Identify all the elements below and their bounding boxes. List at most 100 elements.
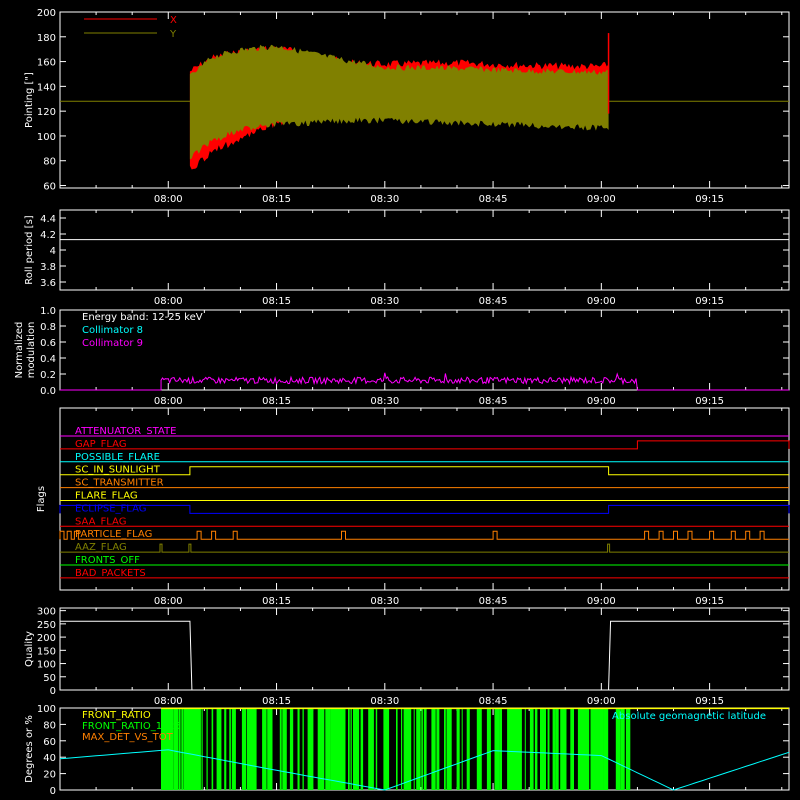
x-tick-label: 09:00	[587, 396, 616, 407]
front-ratio-1225-bar	[509, 708, 513, 790]
front-ratio-1225-bar	[512, 708, 515, 790]
front-ratio-1225-bar	[534, 708, 538, 790]
front-ratio-1225-bar	[211, 708, 214, 790]
front-ratio-1225-bar	[337, 708, 341, 790]
front-ratio-1225-bar	[241, 708, 247, 790]
x-tick-label: 09:00	[587, 696, 616, 707]
front-ratio-1225-bar	[181, 708, 184, 790]
legend-label: MAX_DET_VS_TOT	[82, 732, 174, 743]
front-ratio-1225-bar	[494, 708, 500, 790]
front-ratio-1225-bar	[396, 708, 398, 790]
x-tick-label: 09:15	[695, 194, 724, 205]
legend-label: X	[170, 15, 177, 26]
x-tick-label: 08:30	[370, 296, 399, 307]
front-ratio-1225-bar	[547, 708, 550, 790]
front-ratio-1225-bar	[348, 708, 350, 790]
front-ratio-1225-bar	[446, 708, 452, 790]
front-ratio-1225-bar	[408, 708, 412, 790]
front-ratio-1225-bar	[413, 708, 415, 790]
y-tick-label: 0	[50, 786, 56, 797]
front-ratio-1225-bar	[466, 708, 470, 790]
series-y-area	[189, 44, 609, 160]
y-tick-label: 0.6	[40, 338, 56, 349]
y-tick-label: 200	[37, 8, 56, 19]
flag-label: PARTICLE_FLAG	[75, 529, 152, 540]
x-tick-label: 08:30	[370, 596, 399, 607]
x-tick-label: 08:45	[479, 194, 508, 205]
x-tick-label: 09:00	[587, 296, 616, 307]
plot-frame	[59, 209, 790, 291]
flag-label: ATTENUATOR_STATE	[75, 426, 176, 437]
y-tick-label: 80	[43, 720, 56, 731]
y-tick-label: 20	[43, 770, 56, 781]
y-tick-label: 3.6	[40, 278, 56, 289]
x-tick-label: 08:30	[370, 194, 399, 205]
front-ratio-1225-bar	[590, 708, 597, 790]
y-tick-label: 4	[50, 246, 56, 257]
y-tick-label: 60	[43, 182, 56, 193]
front-ratio-1225-bar	[600, 708, 604, 790]
flag-eclipse-flag-line	[59, 504, 790, 514]
x-tick-label: 08:00	[154, 296, 183, 307]
collimator-9-line	[60, 372, 789, 391]
front-ratio-1225-bar	[289, 708, 294, 790]
flag-gap-flag-line	[60, 440, 790, 450]
quality-line	[60, 620, 789, 691]
flag-aaz-flag-line	[60, 543, 789, 553]
front-ratio-1225-bar	[499, 708, 502, 790]
front-ratio-1225-bar	[431, 708, 436, 790]
front-ratio-1225-bar	[529, 708, 534, 790]
front-ratio-1225-bar	[461, 708, 463, 790]
flag-label: SC_TRANSMITTER	[75, 478, 164, 489]
front-ratio-1225-bar	[322, 708, 325, 790]
front-ratio-1225-bar	[201, 708, 203, 790]
front-ratio-1225-bar	[555, 708, 559, 790]
front-ratio-1225-bar	[368, 708, 374, 790]
front-ratio-1225-bar	[282, 708, 287, 790]
front-ratio-1225-bar	[603, 708, 609, 790]
y-axis-label: Pointing ["]	[24, 72, 35, 128]
front-ratio-1225-bar	[476, 708, 482, 790]
front-ratio-1225-bar	[456, 708, 460, 790]
x-tick-label: 08:45	[479, 696, 508, 707]
front-ratio-1225-bar	[350, 708, 352, 790]
y-tick-label: 0.8	[40, 322, 56, 333]
y-tick-label: 150	[37, 646, 56, 657]
y-tick-label: 100	[37, 704, 56, 715]
x-tick-label: 09:00	[587, 596, 616, 607]
front-ratio-1225-bar	[570, 708, 574, 790]
flag-label: POSSIBLE_FLARE	[75, 452, 160, 463]
x-tick-label: 08:45	[479, 596, 508, 607]
front-ratio-1225-bar	[302, 708, 304, 790]
flag-sc-in-sunlight-line	[60, 466, 789, 476]
legend-label: Absolute geomagnetic latitude	[612, 711, 766, 722]
y-axis-label: Quality	[24, 631, 35, 667]
x-tick-label: 09:15	[695, 596, 724, 607]
front-ratio-1225-bar	[436, 708, 440, 790]
front-ratio-1225-bar	[307, 708, 314, 790]
x-tick-label: 08:45	[479, 296, 508, 307]
panel-6: 0 20 40 60 80 100Degrees or % FRONT_RATIOFRONT…	[24, 704, 790, 797]
plot-frame	[59, 607, 790, 691]
flag-label: BAD_PACKETS	[75, 568, 146, 579]
y-tick-label: 4.4	[40, 214, 56, 225]
y-tick-label: 80	[43, 157, 56, 168]
x-tick-label: 08:45	[479, 396, 508, 407]
flag-label: SAA_FLAG	[75, 516, 126, 527]
x-tick-label: 08:30	[370, 396, 399, 407]
flag-label: SC_IN_SUNLIGHT	[75, 465, 161, 476]
legend-label: FRONT_RATIO_1225	[82, 721, 181, 732]
front-ratio-1225-bar	[524, 708, 526, 790]
front-ratio-1225-bar	[186, 708, 192, 790]
x-tick-label: 08:30	[370, 696, 399, 707]
x-tick-label: 08:15	[262, 396, 291, 407]
y-tick-label: 140	[37, 82, 56, 93]
y-tick-label: 250	[37, 620, 56, 631]
x-tick-label: 09:15	[695, 396, 724, 407]
y-axis-label: Roll period [s]	[24, 215, 35, 284]
y-tick-label: 0.2	[40, 370, 56, 381]
front-ratio-1225-bar	[297, 708, 300, 790]
flag-label: FLARE_FLAG	[75, 491, 138, 502]
y-axis-label: Flags	[36, 486, 47, 512]
y-tick-label: 0	[50, 686, 56, 697]
